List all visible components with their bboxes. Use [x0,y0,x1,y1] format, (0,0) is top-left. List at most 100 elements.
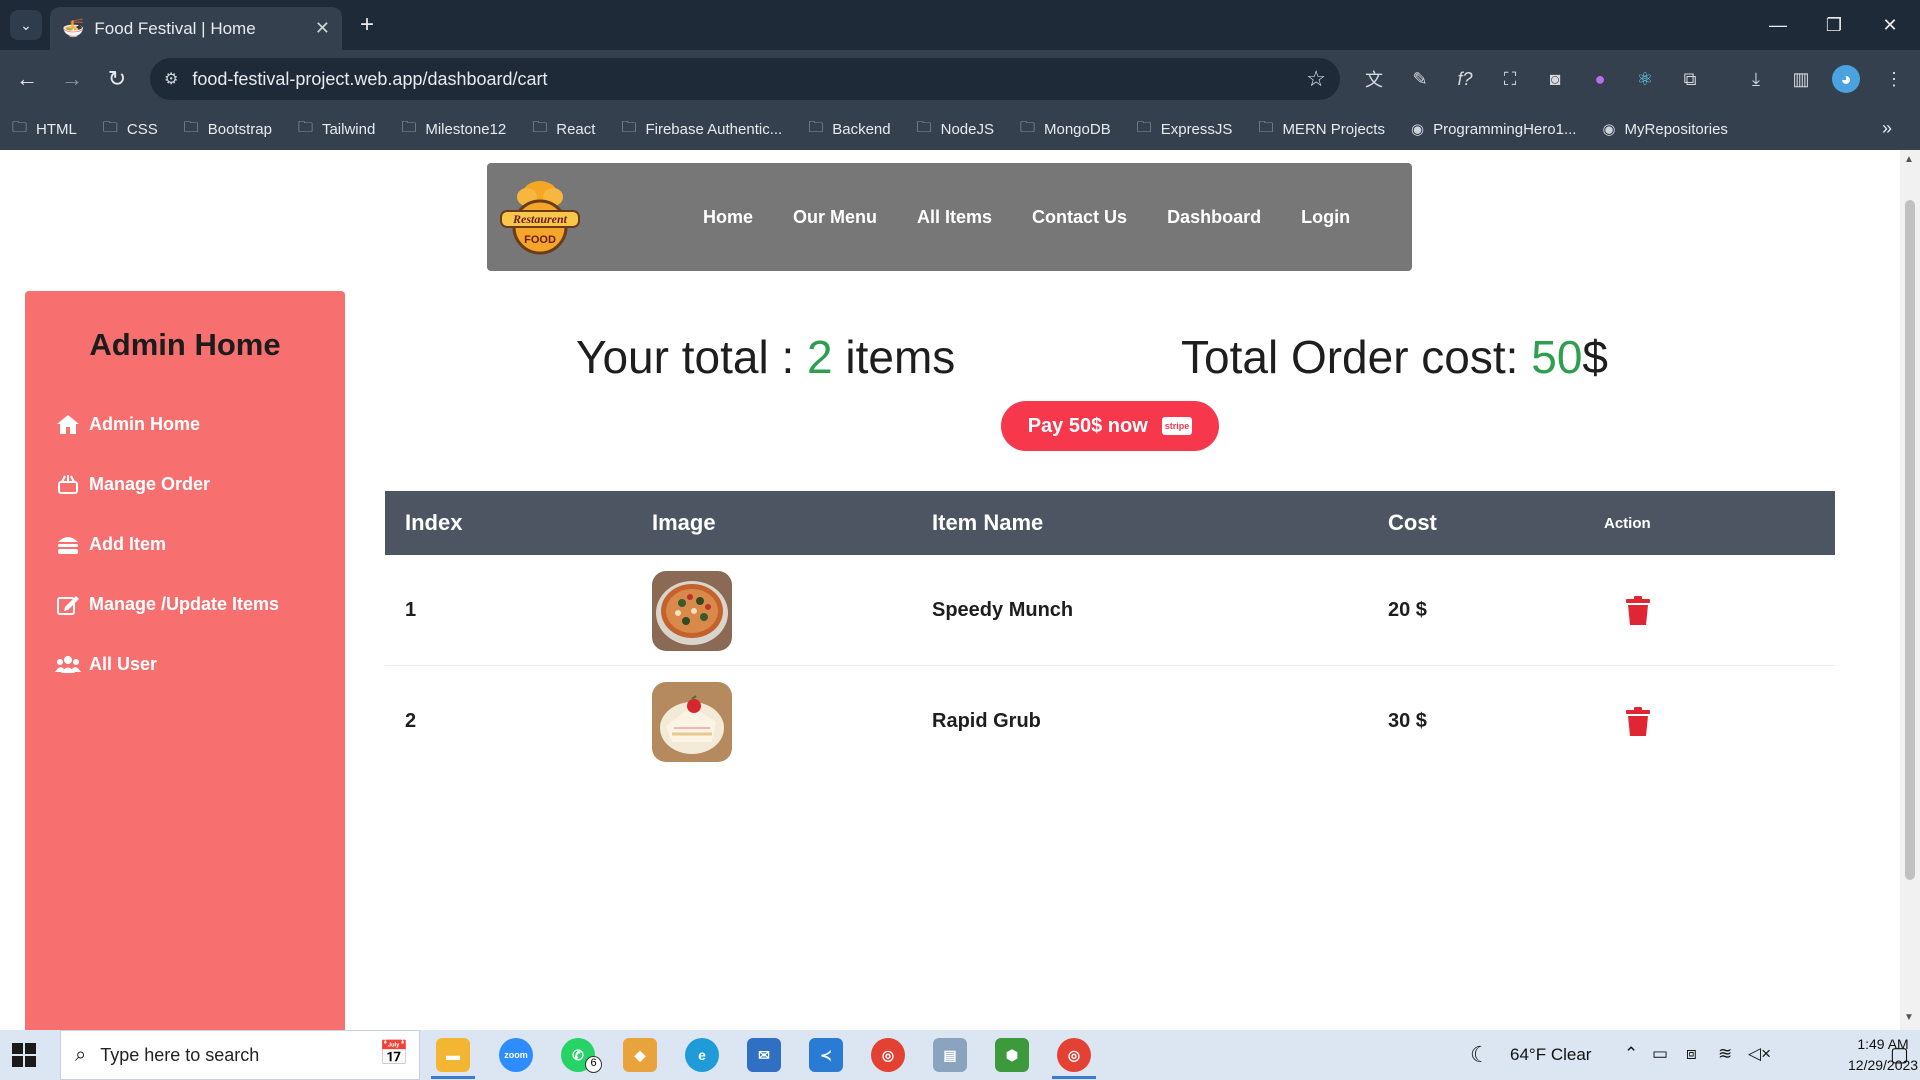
calendar-decoration-icon: 📅 [379,1040,409,1067]
tab-search-button[interactable]: ⌄ [10,10,42,40]
chrome-profile-icon[interactable]: ◎ [1057,1038,1091,1072]
chrome-menu-icon[interactable]: ⋮ [1880,65,1908,93]
address-bar[interactable]: ⚙ food-festival-project.web.app/dashboar… [150,58,1340,100]
edge-icon[interactable]: e [685,1038,719,1072]
bookmarks-bar: 🗀 HTML 🗀 CSS 🗀 Bootstrap 🗀 Tailwind 🗀 Milesto… [0,108,1920,150]
volume-muted-icon[interactable]: ◁× [1748,1044,1771,1064]
git-tool-icon[interactable]: ◆ [623,1038,657,1072]
new-tab-button[interactable]: + [352,10,382,40]
screenshot-extension-icon[interactable]: ⛶ [1496,65,1524,93]
nav-dashboard-link[interactable]: Dashboard [1167,207,1261,228]
delete-item-button[interactable] [1625,666,1651,777]
header-index: Index [405,510,463,535]
nav-contact-us-link[interactable]: Contact Us [1032,207,1127,228]
bookmark-label: Firebase Authentic... [645,120,783,138]
nav-login-link[interactable]: Login [1301,207,1350,228]
bookmark-star-icon[interactable]: ☆ [1306,66,1326,92]
nav-home-link[interactable]: Home [703,207,753,228]
bookmark-folder[interactable]: 🗀 ExpressJS [1137,117,1233,142]
weather-moon-icon[interactable]: ☾ [1470,1042,1490,1068]
bookmark-folder[interactable]: 🗀 HTML [12,117,77,142]
bookmark-folder[interactable]: 🗀 Milestone12 [401,117,506,142]
vscode-icon[interactable]: ≺ [809,1038,843,1072]
header-action: Action [1604,514,1651,532]
weather-text[interactable]: 64°F Clear [1510,1045,1591,1065]
mail-icon[interactable]: ✉ [747,1038,781,1072]
font-extension-icon[interactable]: f? [1451,65,1479,93]
github-icon: ◉ [1602,121,1616,138]
scroll-down-icon[interactable]: ▼ [1904,1012,1914,1023]
sidebar-item-admin-home[interactable]: Admin Home [55,412,200,436]
close-window-button[interactable]: ✕ [1870,8,1910,42]
bookmark-label: CSS [126,120,158,138]
sidebar-item-all-user[interactable]: All User [55,652,157,676]
nav-all-items-link[interactable]: All Items [917,207,992,228]
table-row: 2 Rapid Grub 30 $ [385,666,1835,777]
cube-app-icon[interactable]: ⬢ [995,1038,1029,1072]
bookmark-folder[interactable]: 🗀 Tailwind [298,117,375,142]
translate-extension-icon[interactable]: 文 [1360,65,1388,93]
bookmark-folder[interactable]: 🗀 Firebase Authentic... [621,117,782,142]
table-header: Index Image Item Name Cost Action [385,491,1835,555]
back-button[interactable]: ← [12,64,42,94]
folder-icon: 🗀 [102,118,118,136]
total-suffix: items [832,331,956,383]
wifi-icon[interactable]: ≋ [1718,1044,1732,1064]
whatsapp-badge: 6 [585,1056,602,1073]
restore-button[interactable]: ❐ [1814,8,1854,42]
bookmark-folder[interactable]: 🗀 MERN Projects [1258,117,1385,142]
pay-now-button[interactable]: Pay 50$ now stripe [1001,401,1219,451]
taskbar-search-input[interactable]: ⌕ Type here to search 📅 [60,1030,420,1080]
item-name: Rapid Grub [932,710,1041,732]
bookmark-folder[interactable]: 🗀 CSS [103,117,158,142]
react-devtools-icon[interactable]: ⚛ [1631,65,1659,93]
chrome-icon[interactable]: ◎ [871,1038,905,1072]
search-icon: ⌕ [75,1043,87,1066]
restaurant-logo[interactable]: Restaurent FOOD [497,175,583,257]
bookmark-folder[interactable]: 🗀 MongoDB [1020,117,1111,142]
file-explorer-icon[interactable]: ▬ [436,1038,470,1072]
camera-extension-icon[interactable]: ◙ [1541,65,1569,93]
folder-icon: 🗀 [401,118,417,136]
folder-icon: 🗀 [916,118,932,136]
item-image [652,666,732,777]
browser-tab-bar: ⌄ 🍜 Food Festival | Home ✕ + — ❐ ✕ [0,0,1920,50]
site-info-icon[interactable]: ⚙ [164,69,178,89]
extensions-puzzle-icon[interactable]: ⧉ [1676,65,1704,93]
page-scrollbar[interactable]: ▲ ▼ [1900,150,1920,1030]
delete-item-button[interactable] [1625,555,1651,666]
side-panel-icon[interactable]: ▥ [1787,65,1815,93]
more-bookmarks-icon[interactable]: » [1882,118,1892,139]
bookmark-label: ExpressJS [1160,120,1233,138]
browser-tab[interactable]: 🍜 Food Festival | Home ✕ [50,7,342,50]
bookmark-folder[interactable]: 🗀 NodeJS [917,117,994,142]
notes-app-icon[interactable]: ▤ [933,1038,967,1072]
bookmark-link[interactable]: ◉ MyRepositories [1602,120,1727,139]
battery-icon[interactable]: ▭ [1652,1044,1668,1064]
purple-extension-icon[interactable]: ● [1586,65,1614,93]
sidebar-item-add-item[interactable]: Add Item [55,532,166,556]
profile-avatar-icon[interactable]: ◕ [1832,65,1860,93]
scroll-up-icon[interactable]: ▲ [1904,154,1914,165]
windows-start-icon[interactable] [12,1043,36,1067]
bookmark-folder[interactable]: 🗀 Backend [808,117,890,142]
zoom-icon[interactable]: zoom [499,1038,533,1072]
bookmark-folder[interactable]: 🗀 React [532,117,595,142]
bookmark-folder[interactable]: 🗀 Bootstrap [184,117,272,142]
color-picker-extension-icon[interactable]: ✎ [1406,65,1434,93]
scroll-thumb[interactable] [1905,200,1915,880]
close-tab-icon[interactable]: ✕ [315,18,330,39]
sidebar-item-manage-order[interactable]: Manage Order [55,472,210,496]
nav-our-menu-link[interactable]: Our Menu [793,207,877,228]
notifications-icon[interactable]: ▢ [1890,1042,1909,1067]
device-icon[interactable]: ⧈ [1686,1044,1697,1064]
sidebar-item-manage-update-items[interactable]: Manage /Update Items [55,592,279,616]
reload-button[interactable]: ↻ [102,64,132,94]
bookmark-link[interactable]: ◉ ProgrammingHero1... [1411,120,1576,139]
minimize-button[interactable]: — [1758,8,1798,42]
download-icon[interactable]: ⤓ [1742,65,1770,93]
forward-button[interactable]: → [57,64,87,94]
tray-expand-icon[interactable]: ⌃ [1624,1044,1638,1064]
favicon-icon: 🍜 [62,18,85,38]
cart-table: Index Image Item Name Cost Action 1 Spee… [385,491,1835,777]
